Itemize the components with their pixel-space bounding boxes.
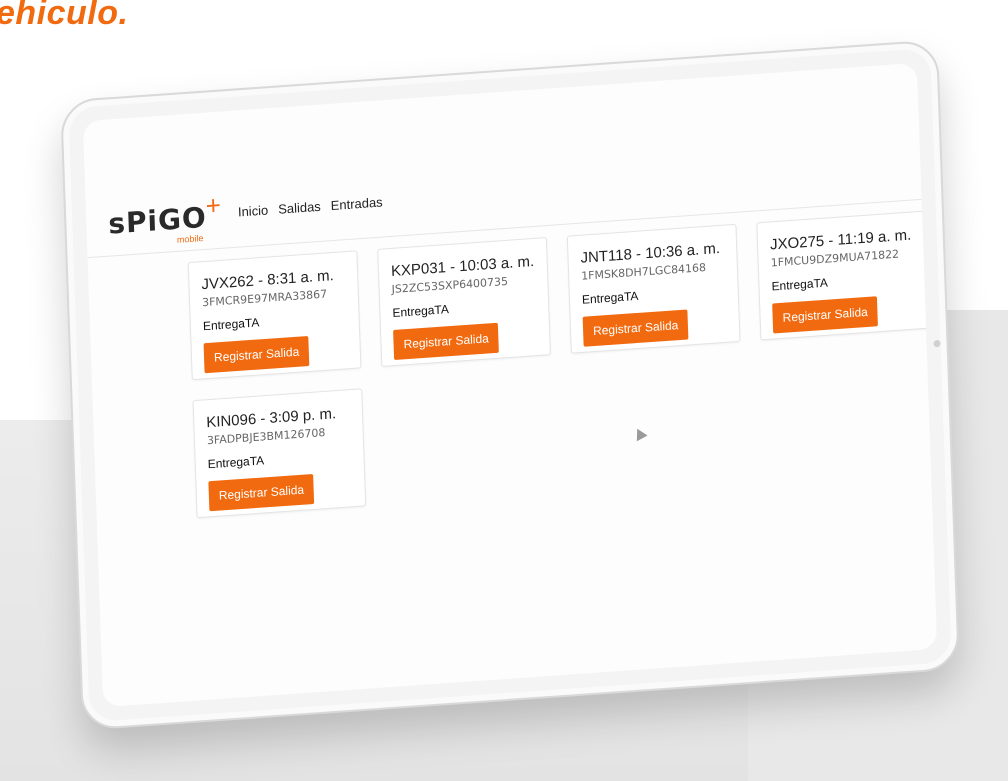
vehicle-card: KIN096 - 3:09 p. m. 3FADPBJE3BM126708 En…	[192, 388, 367, 519]
vehicle-card: KXP031 - 10:03 a. m. JS2ZC53SXP6400735 E…	[377, 237, 551, 367]
nav-item-inicio[interactable]: Inicio	[238, 202, 269, 219]
vehicle-status: EntregaTA	[581, 288, 639, 307]
register-exit-button[interactable]: Registrar Salida	[582, 309, 689, 347]
register-exit-button[interactable]: Registrar Salida	[772, 296, 879, 334]
nav-item-salidas[interactable]: Salidas	[278, 199, 321, 217]
vehicle-card: JNT118 - 10:36 a. m. 1FMSK8DH7LGC84168 E…	[566, 223, 741, 354]
logo-plus-icon: +	[205, 189, 222, 221]
register-exit-button[interactable]: Registrar Salida	[393, 322, 500, 361]
register-exit-button[interactable]: Registrar Salida	[208, 473, 315, 512]
tablet-device: sPiGO + mobile Inicio Salidas Entradas J…	[60, 39, 960, 731]
app-screen: sPiGO + mobile Inicio Salidas Entradas J…	[82, 62, 938, 708]
register-exit-button[interactable]: Registrar Salida	[203, 335, 310, 374]
vehicle-card: JXO275 - 11:19 a. m. 1FMCU9DZ9MUA71822 E…	[756, 210, 931, 341]
vehicle-status: EntregaTA	[771, 275, 829, 294]
nav-item-entradas[interactable]: Entradas	[330, 194, 382, 213]
vehicle-status: EntregaTA	[207, 453, 265, 472]
logo-subtitle: mobile	[176, 233, 204, 245]
vehicle-status: EntregaTA	[392, 302, 450, 321]
nav-links: Inicio Salidas Entradas	[238, 194, 383, 219]
brand-logo[interactable]: sPiGO + mobile	[108, 190, 229, 247]
vehicle-status: EntregaTA	[202, 315, 260, 334]
vehicle-cards: JVX262 - 8:31 a. m. 3FMCR9E97MRA33867 En…	[187, 209, 938, 642]
page-headline: ehiculo.	[0, 0, 129, 32]
vehicle-card: JVX262 - 8:31 a. m. 3FMCR9E97MRA33867 En…	[187, 250, 362, 381]
